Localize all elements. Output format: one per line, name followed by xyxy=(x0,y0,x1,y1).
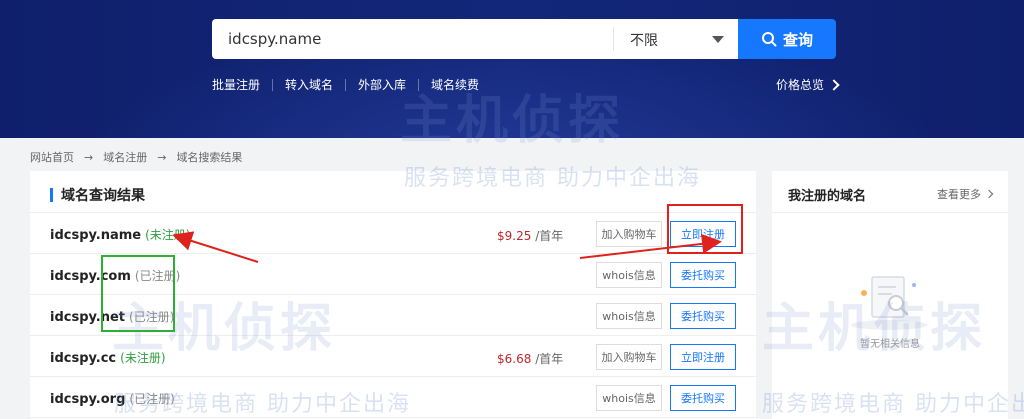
my-domains-panel: 我注册的域名 查看更多 暂无相关信息 xyxy=(772,171,1008,419)
price: $9.25 /首年 xyxy=(497,227,563,244)
quick-links: 批量注册 转入域名 外部入库 域名续费 xyxy=(212,76,491,94)
search-input[interactable] xyxy=(212,19,612,59)
whois-button[interactable]: whois信息 xyxy=(596,303,662,329)
suffix-filter-select[interactable]: 不限 xyxy=(614,19,738,59)
breadcrumb-domain-register[interactable]: 域名注册 xyxy=(103,149,147,165)
view-more-link[interactable]: 查看更多 xyxy=(937,186,994,202)
broker-purchase-button[interactable]: 委托购买 xyxy=(670,385,736,411)
empty-state-text: 暂无相关信息 xyxy=(860,339,920,350)
domain-text: idcspy.net xyxy=(50,310,126,325)
domain-text: idcspy.org xyxy=(50,392,126,407)
register-now-button[interactable]: 立即注册 xyxy=(670,344,736,370)
status-label: (未注册) xyxy=(120,351,166,365)
filter-value: 不限 xyxy=(630,33,658,49)
search-icon xyxy=(761,32,777,47)
price-amount: $9.25 xyxy=(497,229,532,243)
table-row: idcspy.cc (未注册) $6.68 /首年 加入购物车 立即注册 xyxy=(30,336,756,377)
results-title: 域名查询结果 xyxy=(50,185,145,205)
table-row: idcspy.com (已注册) whois信息 委托购买 xyxy=(30,254,756,295)
add-to-cart-button[interactable]: 加入购物车 xyxy=(596,221,662,247)
broker-purchase-button[interactable]: 委托购买 xyxy=(670,303,736,329)
status-label: (已注册) xyxy=(129,392,175,406)
domain-name: idcspy.name (未注册) xyxy=(50,226,191,243)
breadcrumb-current: 域名搜索结果 xyxy=(176,151,243,164)
chevron-right-icon xyxy=(984,189,994,199)
domain-name: idcspy.org (已注册) xyxy=(50,390,175,407)
domain-name: idcspy.com (已注册) xyxy=(50,267,180,284)
breadcrumb-home[interactable]: 网站首页 xyxy=(30,149,74,165)
link-transfer-in[interactable]: 转入域名 xyxy=(272,79,345,91)
add-to-cart-button[interactable]: 加入购物车 xyxy=(596,344,662,370)
my-domains-title: 我注册的域名 xyxy=(788,189,867,204)
view-more-label: 查看更多 xyxy=(937,188,981,201)
price-overview-label: 价格总览 xyxy=(776,78,825,92)
search-button[interactable]: 查询 xyxy=(738,19,836,59)
link-batch-register[interactable]: 批量注册 xyxy=(212,79,272,91)
price: $6.68 /首年 xyxy=(497,350,563,367)
search-box: 不限 xyxy=(212,19,738,59)
breadcrumb: 网站首页 → 域名注册 → 域名搜索结果 xyxy=(30,149,242,165)
link-renew[interactable]: 域名续费 xyxy=(418,79,491,91)
domain-text: idcspy.com xyxy=(50,269,131,284)
price-overview-link[interactable]: 价格总览 xyxy=(776,76,840,93)
arrow-right-icon: → xyxy=(157,150,167,164)
status-label: (已注册) xyxy=(129,310,175,324)
search-button-label: 查询 xyxy=(782,30,813,49)
status-label: (未注册) xyxy=(145,228,191,242)
register-now-button[interactable]: 立即注册 xyxy=(670,221,736,247)
whois-button[interactable]: whois信息 xyxy=(596,262,662,288)
table-row: idcspy.net (已注册) whois信息 委托购买 xyxy=(30,295,756,336)
price-unit: /首年 xyxy=(535,352,564,366)
empty-document-icon xyxy=(851,276,927,330)
price-amount: $6.68 xyxy=(497,352,532,366)
domain-name: idcspy.net (已注册) xyxy=(50,308,174,325)
arrow-right-icon: → xyxy=(84,150,94,164)
chevron-right-icon xyxy=(828,78,840,91)
table-row: idcspy.name (未注册) $9.25 /首年 加入购物车 立即注册 xyxy=(30,213,756,254)
divider xyxy=(772,212,1008,213)
price-unit: /首年 xyxy=(535,229,564,243)
domain-text: idcspy.cc xyxy=(50,351,117,366)
results-panel: 域名查询结果 idcspy.name (未注册) $9.25 /首年 加入购物车 … xyxy=(30,171,756,419)
domain-text: idcspy.name xyxy=(50,228,142,243)
whois-button[interactable]: whois信息 xyxy=(596,385,662,411)
caret-down-icon xyxy=(712,36,724,43)
broker-purchase-button[interactable]: 委托购买 xyxy=(670,262,736,288)
status-label: (已注册) xyxy=(134,269,181,283)
table-row: idcspy.org (已注册) whois信息 委托购买 xyxy=(30,377,756,418)
link-external-import[interactable]: 外部入库 xyxy=(345,79,418,91)
domain-name: idcspy.cc (未注册) xyxy=(50,349,166,366)
